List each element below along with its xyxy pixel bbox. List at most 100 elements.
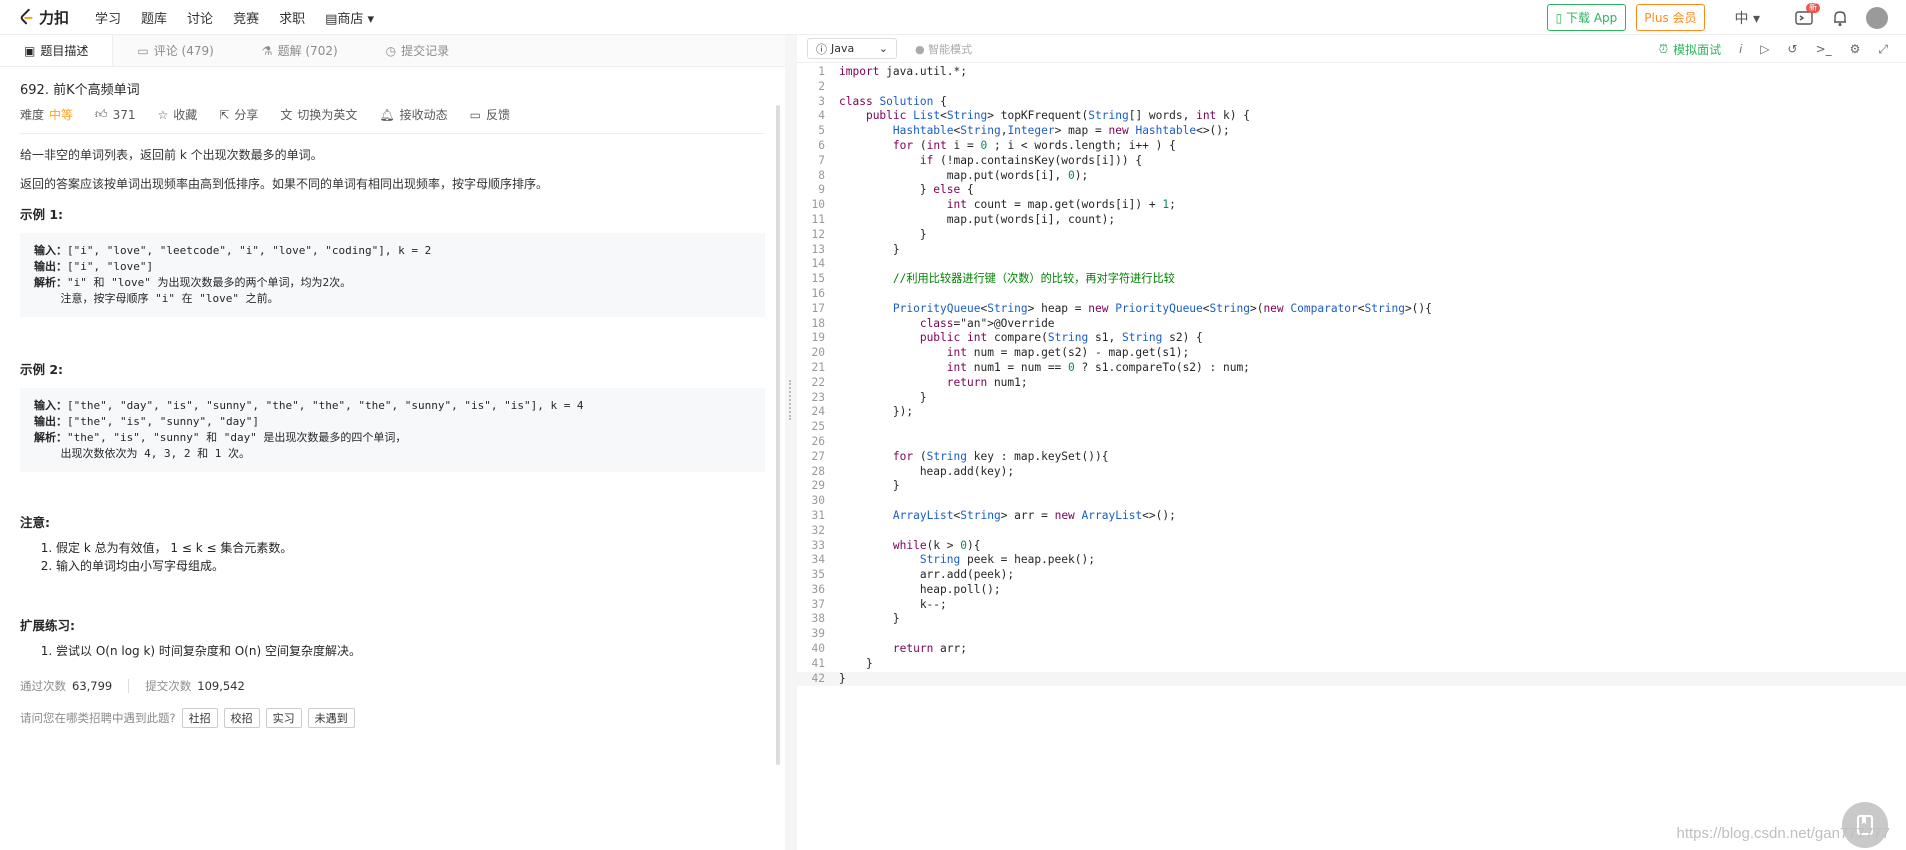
code-line[interactable]: 3 class Solution {: [797, 95, 1906, 110]
code-line[interactable]: 2: [797, 80, 1906, 95]
code-area[interactable]: 1 import java.util.*; 2 3 class Solution {4 …: [797, 65, 1906, 850]
code-line[interactable]: 5 Hashtable<String,Integer> map = new Ha…: [797, 124, 1906, 139]
mock-interview-button[interactable]: ⏰︎ 模拟面试: [1659, 41, 1721, 58]
nav-jobs[interactable]: 求职: [279, 8, 305, 27]
nav-learn[interactable]: 学习: [95, 8, 121, 27]
code-line[interactable]: 28 heap.add(key);: [797, 465, 1906, 480]
code-line[interactable]: 8 map.put(words[i], 0);: [797, 169, 1906, 184]
user-avatar[interactable]: [1866, 6, 1888, 29]
language-switch[interactable]: 中 ▾: [1735, 8, 1760, 28]
code-line[interactable]: 4 public List<String> topKFrequent(Strin…: [797, 109, 1906, 124]
code-line[interactable]: 29 }: [797, 479, 1906, 494]
line-number: 38: [811, 612, 825, 626]
nav-store[interactable]: ▤商店 ▾: [325, 8, 374, 27]
code-line[interactable]: 9 } else {: [797, 183, 1906, 198]
code-line[interactable]: 14: [797, 257, 1906, 272]
nav-problems[interactable]: 题库: [141, 8, 167, 27]
chip-social[interactable]: 社招: [181, 708, 218, 728]
chip-intern[interactable]: 实习: [265, 708, 302, 728]
comment-icon: ▭: [137, 43, 149, 58]
code-line[interactable]: 42}: [797, 671, 1906, 687]
bell-icon[interactable]: [1830, 8, 1850, 28]
download-label: 下载 App: [1566, 11, 1618, 25]
code-line[interactable]: 11 map.put(words[i], count);: [797, 213, 1906, 228]
problem-content: 692. 前K个高频单词 难度 中等 👍︎ 371 ☆ 收藏 ⇱ 分享 文切换为英文 🔔…: [0, 79, 785, 728]
code-text: for (String key : map.keySet()){: [892, 449, 1109, 463]
like-button[interactable]: 👍︎ 371: [95, 107, 135, 122]
line-number: 13: [811, 242, 825, 256]
line-number: 18: [811, 316, 825, 330]
code-line[interactable]: 33 while(k > 0){: [797, 539, 1906, 554]
chip-never[interactable]: 未遇到: [307, 708, 355, 728]
translate-button[interactable]: 文切换为英文: [280, 106, 357, 123]
console-icon[interactable]: >_: [1816, 42, 1832, 56]
settings-icon[interactable]: ⚙: [1850, 42, 1861, 56]
code-line[interactable]: 16: [797, 287, 1906, 302]
leetcode-logo[interactable]: 力扣: [18, 7, 69, 28]
code-line[interactable]: 35 arr.add(peek);: [797, 568, 1906, 583]
smart-mode[interactable]: ● 智能模式: [915, 41, 972, 57]
code-line[interactable]: 24 });: [797, 405, 1906, 420]
ex1-output-label: 输出：: [34, 260, 67, 273]
ex2-output: ["the", "is", "sunny", "day"]: [67, 415, 260, 428]
tab-solutions[interactable]: ⚗ 题解 (702): [238, 35, 362, 66]
nav-contest[interactable]: 竞赛: [233, 8, 259, 27]
code-line[interactable]: 25: [797, 420, 1906, 435]
code-line[interactable]: 10 int count = map.get(words[i]) + 1;: [797, 198, 1906, 213]
panel-splitter[interactable]: [785, 35, 797, 850]
feedback-button[interactable]: ▭ 反馈: [470, 106, 510, 123]
info-italic-icon[interactable]: 𝑖: [1739, 42, 1742, 57]
favorite-button[interactable]: ☆ 收藏: [157, 106, 197, 123]
extension-title: 扩展练习:: [20, 618, 75, 633]
chip-campus[interactable]: 校招: [223, 708, 260, 728]
code-line[interactable]: 40 return arr;: [797, 642, 1906, 657]
code-line[interactable]: 32: [797, 524, 1906, 539]
line-number: 21: [811, 360, 825, 374]
code-line[interactable]: 7 if (!map.containsKey(words[i])) {: [797, 154, 1906, 169]
code-line[interactable]: 31 ArrayList<String> arr = new ArrayList…: [797, 509, 1906, 524]
code-line[interactable]: 26: [797, 435, 1906, 450]
translate-icon: 文: [280, 108, 293, 122]
code-line[interactable]: 19 public int compare(String s1, String …: [797, 331, 1906, 346]
code-line[interactable]: 22 return num1;: [797, 376, 1906, 391]
language-select[interactable]: ⓘ Java ⌄: [807, 38, 897, 59]
leetcode-logo-icon: [20, 8, 33, 25]
code-line[interactable]: 34 String peek = heap.peek();: [797, 553, 1906, 568]
bell-small-icon: 🔔︎: [379, 107, 395, 122]
code-line[interactable]: 37 k--;: [797, 598, 1906, 613]
run-icon[interactable]: ▷: [1760, 42, 1769, 56]
clock-icon: ◷: [385, 43, 397, 58]
code-line[interactable]: 36 heap.poll();: [797, 583, 1906, 598]
subscribe-button[interactable]: 🔔︎ 接收动态: [379, 106, 447, 123]
code-line[interactable]: 12 }: [797, 228, 1906, 243]
main-nav-links: 学习 题库 讨论 竞赛 求职 ▤商店 ▾: [95, 8, 374, 27]
fullscreen-icon[interactable]: ⤢: [1878, 42, 1888, 57]
code-text: }: [839, 612, 900, 626]
code-line[interactable]: 13 }: [797, 243, 1906, 258]
code-line[interactable]: 6 for (int i = 0 ; i < words.length; i++…: [797, 139, 1906, 154]
tab-comments[interactable]: ▭ 评论 (479): [113, 35, 237, 66]
code-line[interactable]: 18 class="an">@Override: [797, 317, 1906, 332]
code-line[interactable]: 41 }: [797, 657, 1906, 672]
code-line[interactable]: 30: [797, 494, 1906, 509]
code-line[interactable]: 27 for (String key : map.keySet()){: [797, 450, 1906, 465]
code-text: });: [839, 405, 914, 419]
left-scrollbar[interactable]: [776, 105, 780, 765]
share-button[interactable]: ⇱ 分享: [219, 106, 258, 123]
download-app-button[interactable]: ▯ 下载 App: [1546, 4, 1627, 31]
tab-submissions[interactable]: ◷ 提交记录: [362, 35, 474, 66]
code-line[interactable]: 1 import java.util.*;: [797, 65, 1906, 80]
code-line[interactable]: 39: [797, 627, 1906, 642]
playground-icon[interactable]: 新: [1794, 2, 1820, 28]
plus-member-button[interactable]: Plus 会员: [1636, 4, 1705, 31]
tab-description[interactable]: ▣ 题目描述: [0, 35, 114, 66]
code-line[interactable]: 17 PriorityQueue<String> heap = new Prio…: [797, 302, 1906, 317]
code-line[interactable]: 21 int num1 = num == 0 ? s1.compareTo(s2…: [797, 361, 1906, 376]
code-line[interactable]: 23 }: [797, 391, 1906, 406]
code-line[interactable]: 15 //利用比较器进行键（次数）的比较，再对字符进行比较: [797, 272, 1906, 287]
code-line[interactable]: 38 }: [797, 612, 1906, 627]
code-line[interactable]: 20 int num = map.get(s2) - map.get(s1);: [797, 346, 1906, 361]
line-number: 29: [811, 479, 825, 493]
nav-discuss[interactable]: 讨论: [187, 8, 213, 27]
reset-icon[interactable]: ↺: [1788, 42, 1798, 56]
